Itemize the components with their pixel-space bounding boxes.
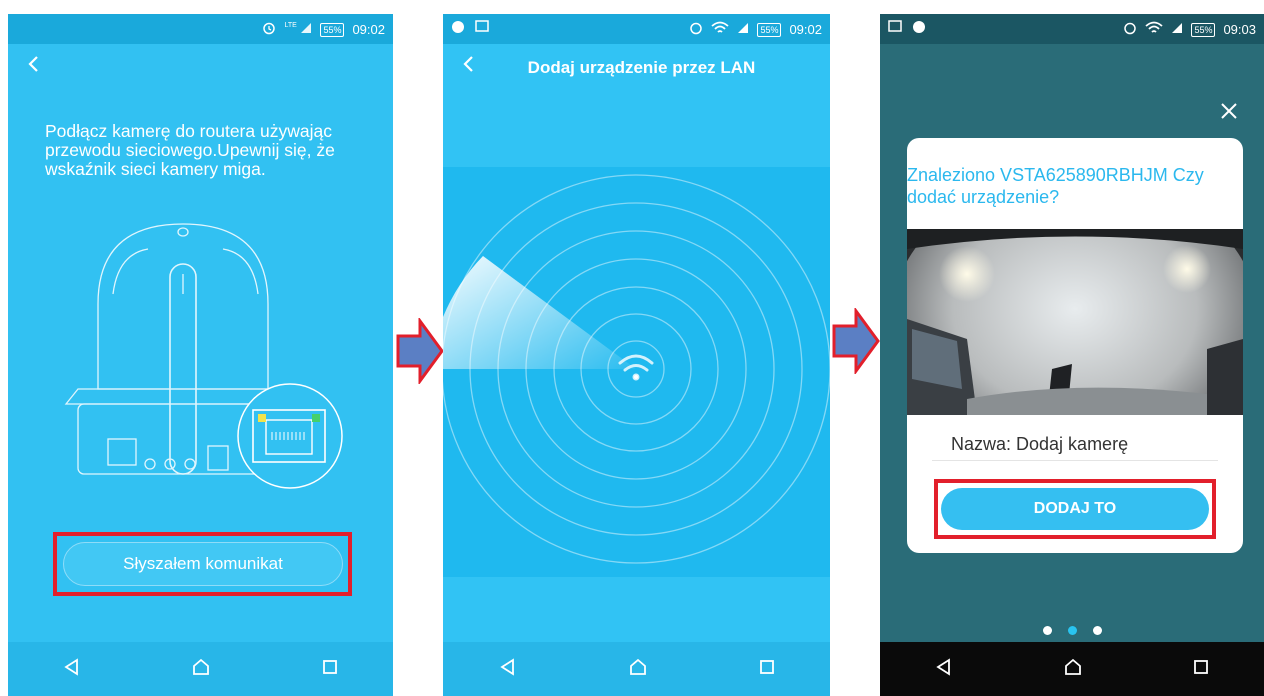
connect-instruction: Podłącz kamerę do routera używając przew… [45, 121, 335, 179]
chevron-left-icon [28, 56, 38, 72]
android-nav-bar [8, 642, 393, 696]
home-icon[interactable] [191, 658, 211, 681]
close-button[interactable] [1220, 102, 1238, 125]
back-triangle-icon[interactable] [499, 657, 517, 681]
radar-sweep [443, 256, 636, 369]
page-title: Dodaj urządzenie przez LAN [527, 58, 756, 77]
recents-icon[interactable] [322, 659, 338, 680]
recents-icon[interactable] [759, 659, 775, 680]
back-triangle-icon[interactable] [63, 657, 81, 681]
signal-icon [737, 22, 749, 37]
wifi-icon [711, 21, 730, 38]
divider [932, 460, 1218, 461]
status-time: 09:02 [352, 22, 385, 37]
camera-preview-image [907, 229, 1243, 415]
alarm-icon [262, 21, 276, 38]
home-icon[interactable] [1063, 658, 1083, 681]
signal-icon [1171, 22, 1183, 37]
recents-icon[interactable] [1193, 659, 1209, 680]
close-icon [1221, 103, 1237, 119]
phone-screen-connect-cable: LTE 55% 09:02 Podłącz kamerę do routera … [8, 14, 393, 696]
phone-screen-device-found: 55% 09:03 Znaleziono VSTA625890RBHJM Czy… [880, 14, 1264, 696]
page-dot[interactable] [1092, 626, 1102, 635]
status-bar: 55% 09:03 [880, 14, 1264, 44]
page-dot-active[interactable] [1067, 626, 1077, 635]
radar-scan-area [443, 167, 830, 577]
highlight-box [53, 532, 352, 596]
app-notification-icon [451, 20, 465, 37]
alarm-icon [689, 21, 703, 38]
back-triangle-icon[interactable] [935, 657, 953, 681]
signal-icon: LTE [284, 22, 312, 37]
status-time: 09:02 [789, 22, 822, 37]
image-notification-icon [888, 20, 902, 37]
flow-arrow-icon [396, 318, 444, 384]
device-found-question: Znaleziono VSTA625890RBHJM Czy dodać urz… [907, 165, 1204, 207]
status-bar: LTE 55% 09:02 [8, 14, 393, 44]
android-nav-bar [443, 642, 830, 696]
status-time: 09:03 [1223, 22, 1256, 37]
battery-indicator: 55% [757, 22, 782, 37]
page-indicator [880, 626, 1264, 635]
device-found-dialog: Znaleziono VSTA625890RBHJM Czy dodać urz… [907, 138, 1243, 553]
highlight-box [934, 479, 1216, 539]
status-bar: 55% 09:02 [443, 14, 830, 44]
network-type-label: LTE [284, 22, 297, 29]
android-nav-bar [880, 642, 1264, 696]
phone-screen-lan-search: 55% 09:02 Dodaj urządzenie przez LAN [443, 14, 830, 696]
image-notification-icon [475, 20, 489, 37]
wifi-icon [1145, 21, 1164, 38]
flow-arrow-icon [832, 308, 880, 374]
device-name-label: Nazwa: Dodaj kamerę [951, 434, 1129, 454]
app-notification-icon [912, 20, 926, 37]
home-icon[interactable] [628, 658, 648, 681]
camera-router-illustration [64, 223, 343, 489]
alarm-icon [1123, 21, 1137, 38]
battery-indicator: 55% [320, 22, 345, 37]
battery-indicator: 55% [1191, 22, 1216, 37]
back-button[interactable] [24, 54, 44, 79]
page-dot[interactable] [1042, 626, 1052, 635]
